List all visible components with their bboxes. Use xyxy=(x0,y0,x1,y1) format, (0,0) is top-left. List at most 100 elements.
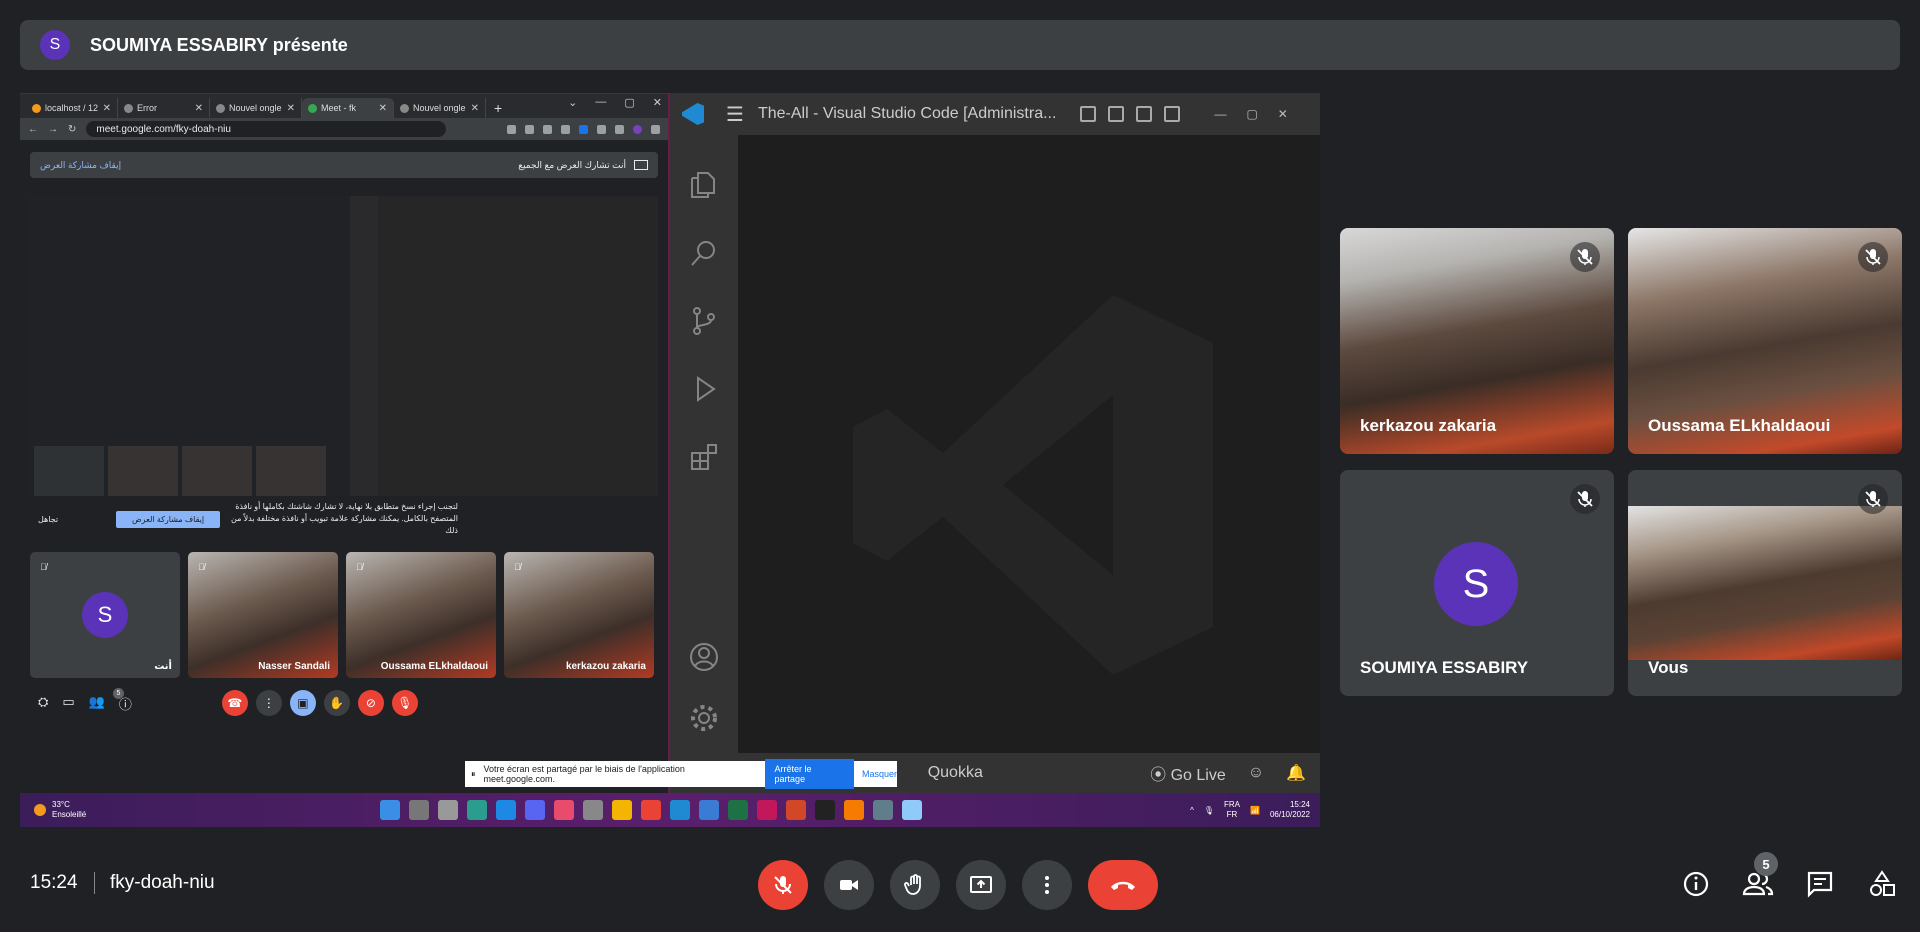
hand-icon[interactable]: ✋ xyxy=(323,690,350,716)
camera-icon[interactable] xyxy=(873,800,893,820)
close-icon[interactable]: ✕ xyxy=(653,96,662,109)
source-control-icon[interactable] xyxy=(686,303,722,339)
mail-icon[interactable] xyxy=(496,800,516,820)
ignore-button[interactable]: تجاهل xyxy=(38,515,108,524)
chrome-tab[interactable]: Nouvel ongle ✕ xyxy=(394,98,486,118)
file-explorer-icon[interactable] xyxy=(612,800,632,820)
warn-stop-button[interactable]: إيقاف مشاركة العرض xyxy=(116,510,221,528)
search-icon[interactable] xyxy=(686,235,722,271)
activities-button[interactable] xyxy=(1864,866,1900,902)
chrome-tab-active[interactable]: Meet - fk ✕ xyxy=(302,98,394,118)
gallery-icon[interactable] xyxy=(902,800,922,820)
powerpoint-icon[interactable] xyxy=(786,800,806,820)
toggle-secondary-sidebar-icon[interactable] xyxy=(1136,106,1153,122)
back-icon[interactable]: ← xyxy=(28,124,38,135)
close-icon[interactable]: ✕ xyxy=(103,103,111,114)
app-icon[interactable] xyxy=(583,800,603,820)
chat-icon[interactable]: ▭ xyxy=(62,694,74,713)
end-call-button[interactable] xyxy=(1088,860,1158,910)
meeting-code[interactable]: fky-doah-niu xyxy=(110,872,215,894)
chrome-tab[interactable]: Nouvel ongle ✕ xyxy=(210,98,302,118)
weather-widget[interactable]: 33°C Ensoleillé xyxy=(20,800,380,820)
feedback-icon[interactable]: ☺ xyxy=(1248,764,1264,782)
mic-off-icon[interactable]: 🎙 xyxy=(391,690,418,716)
minimize-icon[interactable]: — xyxy=(1214,107,1226,121)
bell-icon[interactable]: 🔔 xyxy=(1286,763,1306,783)
start-icon[interactable] xyxy=(380,800,400,820)
excel-icon[interactable] xyxy=(728,800,748,820)
forward-icon[interactable]: → xyxy=(48,124,58,135)
url-field[interactable]: meet.google.com/fky-doah-niu xyxy=(86,121,447,137)
mic-icon[interactable]: 🎙 xyxy=(1204,806,1214,815)
photos-icon[interactable] xyxy=(699,800,719,820)
go-live-button[interactable]: ⦿ Go Live xyxy=(1150,761,1226,785)
participant-tile[interactable]: S SOUMIYA ESSABIRY xyxy=(1340,470,1614,696)
explorer-icon[interactable] xyxy=(686,167,722,203)
chevron-down-icon[interactable]: ⌄ xyxy=(568,96,577,109)
close-icon[interactable]: ✕ xyxy=(379,103,387,114)
participant-tile-self[interactable]: Vous xyxy=(1628,470,1902,696)
chrome-tab[interactable]: localhost / 12 ✕ xyxy=(26,98,118,118)
more-options-button[interactable] xyxy=(1022,860,1072,910)
taskbar-clock[interactable]: 15:24 06/10/2022 xyxy=(1270,800,1310,820)
task-view-icon[interactable] xyxy=(438,800,458,820)
participant-tile[interactable]: Oussama ELkhaldaoui xyxy=(1628,228,1902,454)
close-icon[interactable]: ✕ xyxy=(287,103,295,114)
chat-button[interactable] xyxy=(1802,866,1838,902)
mini-tile[interactable]: 🎙̸ Nasser Sandali xyxy=(188,552,338,678)
app-icon[interactable] xyxy=(757,800,777,820)
close-icon[interactable]: ✕ xyxy=(1278,107,1288,121)
mini-tile[interactable]: 🎙̸ kerkazou zakaria xyxy=(504,552,654,678)
chrome-tab[interactable]: Error ✕ xyxy=(118,98,210,118)
more-icon[interactable] xyxy=(651,124,660,134)
mini-tile-self[interactable]: 🎙̸ S أنت xyxy=(30,552,180,678)
extension-icon[interactable] xyxy=(543,124,552,134)
reload-icon[interactable]: ↻ xyxy=(68,124,76,135)
store-icon[interactable] xyxy=(554,800,574,820)
stop-presenting-link[interactable]: إيقاف مشاركة العرض xyxy=(40,160,121,171)
language-indicator[interactable]: FRA FR xyxy=(1224,800,1240,820)
chrome-icon[interactable] xyxy=(641,800,661,820)
bookmark-icon[interactable] xyxy=(561,124,570,134)
more-options-icon[interactable]: ⋮ xyxy=(255,690,282,716)
hamburger-menu-icon[interactable]: ☰ xyxy=(726,102,744,127)
present-button[interactable] xyxy=(956,860,1006,910)
quokka-status[interactable]: Quokka xyxy=(928,764,983,782)
discord-icon[interactable] xyxy=(525,800,545,820)
puzzle-icon[interactable] xyxy=(597,124,606,134)
account-icon[interactable] xyxy=(688,641,720,680)
extension-icon[interactable] xyxy=(525,124,534,134)
camera-off-icon[interactable]: ⊘ xyxy=(357,690,384,716)
extensions-icon[interactable] xyxy=(686,439,722,475)
customize-layout-icon[interactable] xyxy=(1164,106,1181,122)
close-icon[interactable]: ✕ xyxy=(195,103,203,114)
terminal-icon[interactable] xyxy=(815,800,835,820)
meeting-details-button[interactable] xyxy=(1678,866,1714,902)
activities-icon[interactable]: ⛭ xyxy=(38,694,48,713)
participant-tile[interactable]: kerkazou zakaria xyxy=(1340,228,1614,454)
minimize-icon[interactable]: — xyxy=(595,96,606,109)
toggle-panel-icon[interactable] xyxy=(1108,106,1125,122)
camera-toggle-button[interactable] xyxy=(824,860,874,910)
extension-icon[interactable] xyxy=(507,124,516,134)
people-icon[interactable]: 👥 xyxy=(89,694,105,713)
mic-toggle-button[interactable] xyxy=(758,860,808,910)
raise-hand-button[interactable] xyxy=(890,860,940,910)
postman-icon[interactable] xyxy=(844,800,864,820)
sidepanel-icon[interactable] xyxy=(615,124,624,134)
search-icon[interactable] xyxy=(409,800,429,820)
maximize-icon[interactable]: ▢ xyxy=(1246,107,1257,121)
settings-gear-icon[interactable] xyxy=(688,702,720,741)
new-tab-button[interactable]: + xyxy=(486,98,510,118)
people-button[interactable]: 5 xyxy=(1740,852,1778,902)
close-icon[interactable]: ✕ xyxy=(471,103,479,114)
chevron-up-icon[interactable]: ^ xyxy=(1190,806,1194,815)
stop-sharing-button[interactable]: Arrêter le partage xyxy=(764,759,854,789)
extension-icon[interactable] xyxy=(579,124,588,134)
run-debug-icon[interactable] xyxy=(686,371,722,407)
edge-icon[interactable] xyxy=(467,800,487,820)
hide-button[interactable]: Masquer xyxy=(862,769,897,779)
present-icon[interactable]: ▣ xyxy=(289,690,316,716)
maximize-icon[interactable]: ▢ xyxy=(624,96,634,109)
toggle-sidebar-icon[interactable] xyxy=(1080,106,1097,122)
